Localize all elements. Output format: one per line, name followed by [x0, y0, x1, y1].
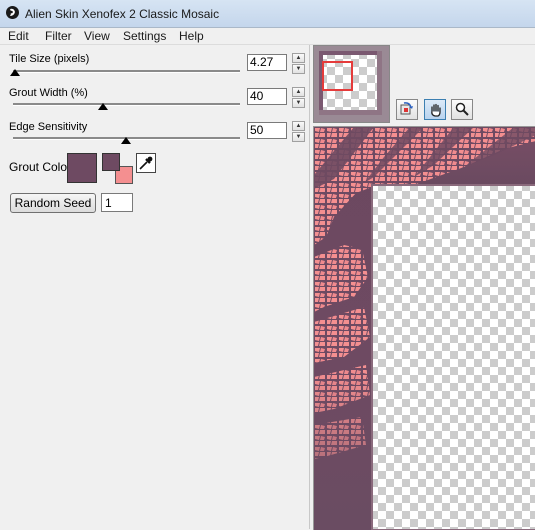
menu-filter[interactable]: Filter [45, 29, 72, 43]
edge-sensitivity-input[interactable] [247, 122, 287, 139]
grout-width-spinner[interactable]: ▲ ▼ [292, 87, 305, 108]
compare-tool-icon [400, 102, 413, 115]
tile-size-input[interactable] [247, 54, 287, 71]
spin-up-icon[interactable]: ▲ [292, 53, 305, 63]
menu-edit[interactable]: Edit [8, 29, 29, 43]
eyedropper-icon [139, 156, 153, 170]
edge-sensitivity-slider-thumb[interactable] [121, 137, 131, 144]
zoom-icon [455, 102, 469, 116]
window-title: Alien Skin Xenofex 2 Classic Mosaic [25, 7, 220, 21]
grout-width-label: Grout Width (%) [9, 87, 88, 99]
eyedropper-button[interactable] [136, 153, 156, 173]
compare-tool-button[interactable] [396, 99, 418, 120]
menu-settings[interactable]: Settings [123, 29, 166, 43]
primary-color-swatch[interactable] [102, 153, 120, 171]
tile-size-label: Tile Size (pixels) [9, 53, 90, 65]
app-logo-icon [6, 6, 19, 19]
edge-sensitivity-label: Edge Sensitivity [9, 121, 88, 133]
tile-size-spinner[interactable]: ▲ ▼ [292, 53, 305, 74]
spin-up-icon[interactable]: ▲ [292, 121, 305, 131]
navigator-thumbnail[interactable] [319, 51, 382, 115]
random-seed-button[interactable]: Random Seed [10, 193, 96, 213]
tile-size-slider-thumb[interactable] [10, 69, 20, 76]
mosaic-preview-image [314, 127, 535, 530]
edge-sensitivity-spinner[interactable]: ▲ ▼ [292, 121, 305, 142]
menu-help[interactable]: Help [179, 29, 204, 43]
grout-width-slider-track[interactable] [13, 103, 240, 106]
zoom-tool-button[interactable] [451, 99, 473, 120]
navigator-frame [313, 45, 390, 123]
tile-size-slider-track[interactable] [13, 70, 240, 73]
spin-down-icon[interactable]: ▼ [292, 64, 305, 74]
grout-color-label: Grout Color [9, 160, 72, 174]
spin-up-icon[interactable]: ▲ [292, 87, 305, 97]
spin-down-icon[interactable]: ▼ [292, 132, 305, 142]
grout-width-input[interactable] [247, 88, 287, 105]
hand-tool-button[interactable] [424, 99, 446, 120]
title-bar: Alien Skin Xenofex 2 Classic Mosaic [0, 0, 535, 28]
navigator-view-rect[interactable] [322, 61, 353, 91]
hand-icon [431, 103, 441, 117]
grout-color-swatch[interactable] [67, 153, 97, 183]
random-seed-input[interactable] [101, 193, 133, 212]
menu-view[interactable]: View [84, 29, 110, 43]
spin-down-icon[interactable]: ▼ [292, 98, 305, 108]
grout-width-slider-thumb[interactable] [98, 103, 108, 110]
preview-canvas[interactable] [313, 126, 535, 530]
controls-panel: Tile Size (pixels) ▲ ▼ Grout Width (%) ▲… [0, 45, 310, 529]
menu-bar: Edit Filter View Settings Help [0, 28, 535, 45]
